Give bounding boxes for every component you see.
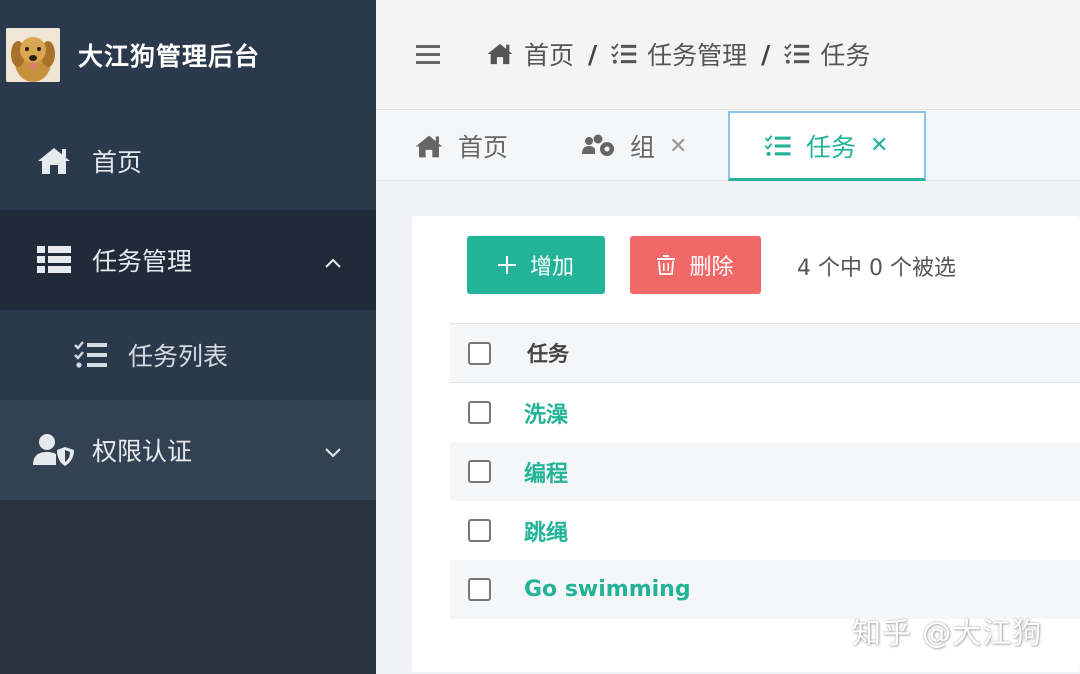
home-icon <box>486 42 514 66</box>
add-button[interactable]: 增加 <box>467 236 605 294</box>
close-icon[interactable]: ✕ <box>669 134 687 159</box>
row-checkbox[interactable] <box>468 519 491 542</box>
user-shield-icon <box>33 433 75 467</box>
tab-label: 组 <box>630 133 656 162</box>
tab-bar: 首页 组 ✕ 任务 ✕ <box>376 111 1080 181</box>
table-row: 跳绳 <box>450 501 1080 560</box>
menu-toggle-icon[interactable] <box>416 44 440 68</box>
select-all-checkbox[interactable] <box>468 341 491 365</box>
chevron-up-icon <box>324 246 342 275</box>
brand-title: 大江狗管理后台 <box>78 42 261 71</box>
breadcrumb-task-management[interactable]: 任务管理 <box>647 36 747 72</box>
tab-label: 任务 <box>806 132 857 162</box>
delete-button-label: 删除 <box>689 255 734 280</box>
close-icon[interactable]: ✕ <box>870 133 888 158</box>
users-cog-icon <box>582 134 616 158</box>
sidebar-item-auth[interactable]: 权限认证 <box>0 400 376 500</box>
sidebar-item-home[interactable]: 首页 <box>0 112 376 210</box>
trash-icon <box>657 255 676 275</box>
sidebar-item-task-list[interactable]: 任务列表 <box>0 310 376 400</box>
row-checkbox[interactable] <box>468 460 491 483</box>
tab-group[interactable]: 组 ✕ <box>582 111 687 181</box>
breadcrumb: 首页 / 任务管理 / 任务 <box>486 34 870 74</box>
add-button-label: 增加 <box>529 255 574 280</box>
table-header: 任务 <box>450 323 1080 383</box>
plus-icon <box>497 256 516 274</box>
column-header-task[interactable]: 任务 <box>527 338 569 368</box>
sidebar: 大江狗管理后台 首页 任务管理 任务列表 权限认证 <box>0 0 376 674</box>
breadcrumb-separator: / <box>588 39 598 69</box>
task-link[interactable]: 编程 <box>524 456 568 488</box>
sidebar-empty-area <box>0 500 376 674</box>
sidebar-item-label: 任务列表 <box>128 342 229 371</box>
brand-avatar <box>6 28 60 82</box>
delete-button[interactable]: 删除 <box>630 236 761 294</box>
sidebar-item-label: 权限认证 <box>92 437 193 466</box>
home-icon <box>36 146 72 176</box>
tab-home[interactable]: 首页 <box>414 111 508 181</box>
breadcrumb-task: 任务 <box>820 41 871 70</box>
tab-label: 首页 <box>458 133 509 162</box>
home-icon <box>414 134 444 159</box>
tasks-icon <box>74 341 108 369</box>
sidebar-item-task-management[interactable]: 任务管理 <box>0 210 376 310</box>
table-row: 编程 <box>450 442 1080 501</box>
row-checkbox[interactable] <box>468 578 491 601</box>
task-link[interactable]: 跳绳 <box>524 515 568 547</box>
task-link[interactable]: 洗澡 <box>524 397 568 429</box>
tasks-icon <box>784 43 810 65</box>
sidebar-item-label: 任务管理 <box>92 247 193 276</box>
sidebar-item-label: 首页 <box>92 148 143 177</box>
selection-count: 4 个中 0 个被选 <box>797 256 956 281</box>
task-table: 任务 洗澡 编程 跳绳 Go swimming <box>450 323 1080 619</box>
breadcrumb-home[interactable]: 首页 <box>524 36 574 72</box>
tasks-icon <box>611 43 637 65</box>
brand: 大江狗管理后台 <box>0 0 376 110</box>
task-link[interactable]: Go swimming <box>524 577 691 602</box>
table-row: 洗澡 <box>450 383 1080 442</box>
top-header: 首页 / 任务管理 / 任务 <box>376 0 1080 110</box>
chevron-down-icon <box>324 436 342 465</box>
watermark: 知乎 @大江狗 <box>852 616 1043 650</box>
tab-task[interactable]: 任务 ✕ <box>728 111 926 181</box>
breadcrumb-separator: / <box>761 39 771 69</box>
list-icon <box>37 245 71 275</box>
tasks-icon <box>764 134 792 157</box>
row-checkbox[interactable] <box>468 401 491 424</box>
